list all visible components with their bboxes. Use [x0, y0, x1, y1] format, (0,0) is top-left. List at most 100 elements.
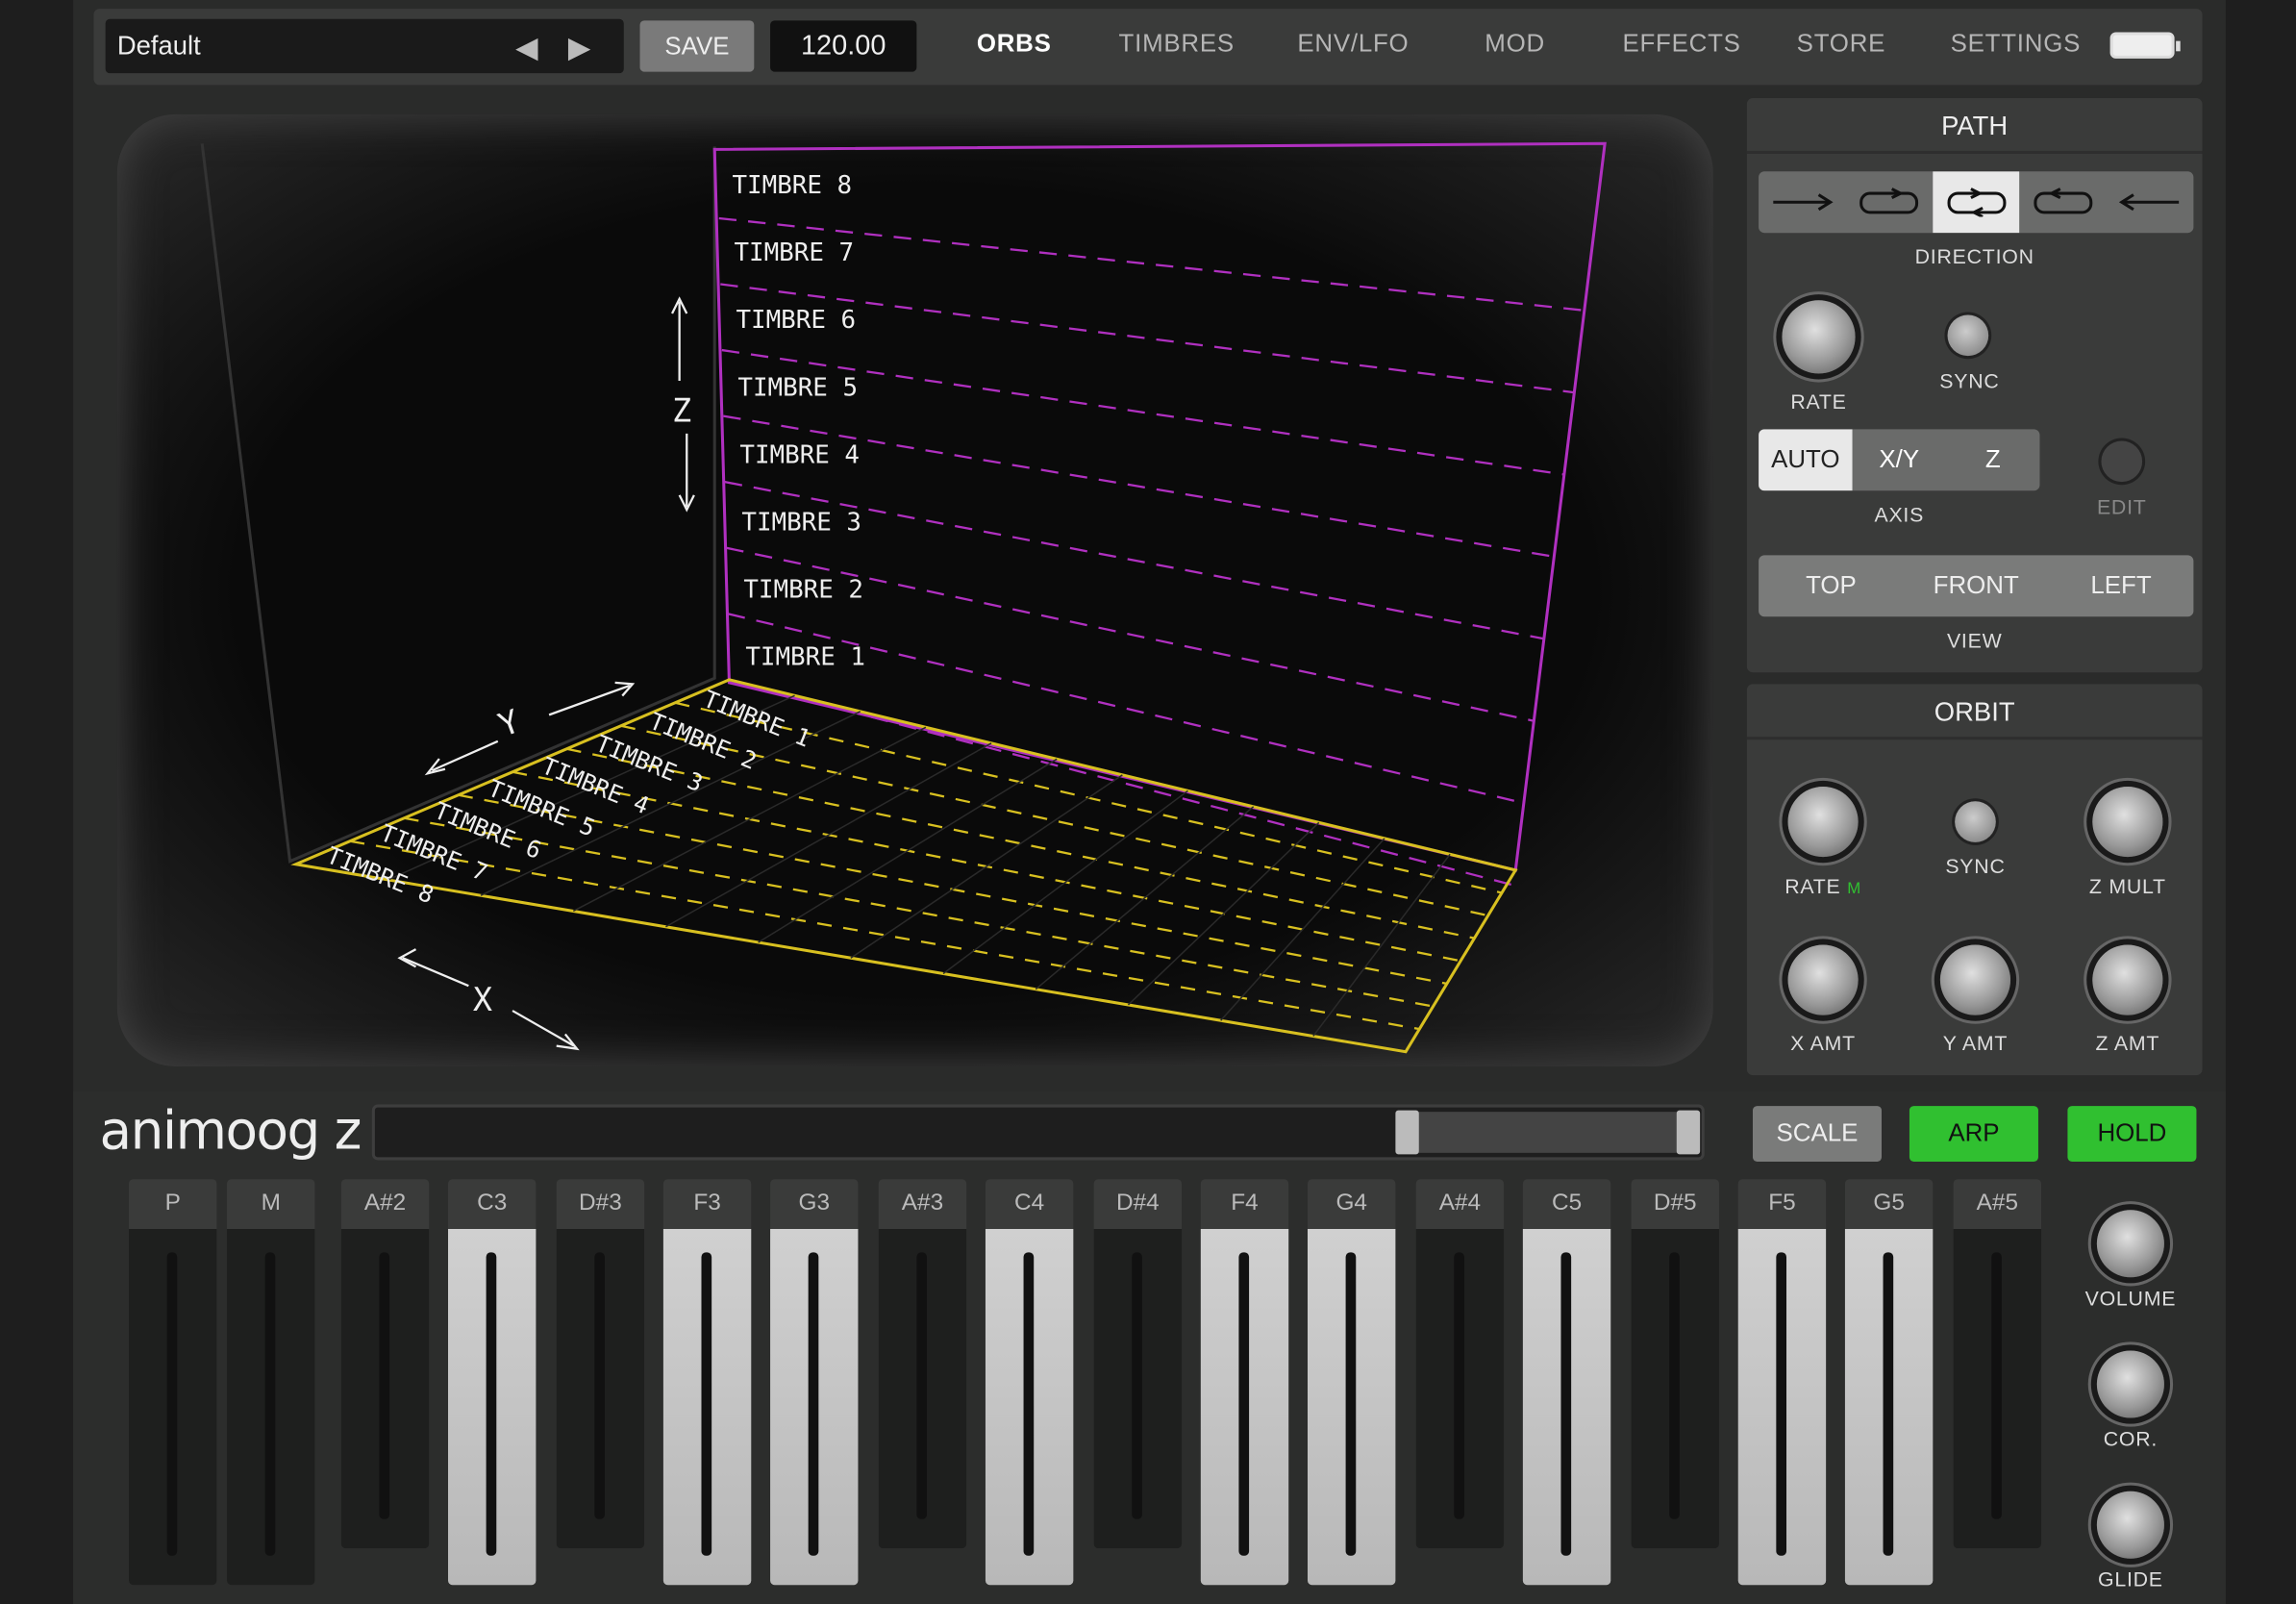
orbit-sync-toggle[interactable] [1955, 801, 1996, 842]
wall-timbre-label: TIMBRE 5 [737, 373, 858, 402]
key-label: A#2 [363, 1190, 407, 1216]
key-slot [166, 1252, 178, 1556]
glide-knob[interactable] [2096, 1491, 2164, 1559]
direction-loop-backward-icon[interactable] [2019, 171, 2106, 233]
hold-button[interactable]: HOLD [2067, 1106, 2197, 1162]
direction-backward-icon[interactable] [2107, 171, 2193, 233]
x-amt-knob[interactable] [1787, 944, 1859, 1015]
tab-settings[interactable]: SETTINGS [1951, 29, 2082, 58]
divider [1746, 737, 2203, 740]
divider [1746, 150, 2203, 154]
view-left-option[interactable]: LEFT [2049, 555, 2194, 616]
tab-orbs[interactable]: ORBS [977, 29, 1052, 58]
key-label: A#3 [901, 1190, 944, 1216]
direction-ping-pong-icon[interactable] [1933, 171, 2020, 234]
axis-auto-option[interactable]: AUTO [1759, 429, 1853, 491]
coarse-knob[interactable] [2096, 1350, 2164, 1418]
floor-depth-line [1220, 838, 1385, 1021]
z-amt-knob[interactable] [2092, 944, 2163, 1015]
key-f5[interactable]: F5 [1737, 1179, 1827, 1586]
key-body [1737, 1229, 1827, 1586]
key-label: G3 [798, 1190, 831, 1216]
orbit-rate-knob[interactable] [1787, 787, 1859, 858]
wall-timbre-label: TIMBRE 4 [739, 440, 860, 469]
key-g5[interactable]: G5 [1844, 1179, 1934, 1586]
pitch-strip[interactable]: P [129, 1179, 217, 1586]
axis-z-option[interactable]: Z [1946, 429, 2039, 490]
scale-button[interactable]: SCALE [1752, 1106, 1883, 1162]
key-c4[interactable]: C4 [985, 1179, 1074, 1586]
key-body [1415, 1229, 1505, 1549]
next-preset-icon[interactable]: ▶ [568, 29, 590, 65]
key-label: G5 [1873, 1190, 1905, 1216]
tab-effects[interactable]: EFFECTS [1622, 29, 1740, 58]
tab-env-lfo[interactable]: ENV/LFO [1297, 29, 1409, 58]
z-mult-knob[interactable] [2092, 787, 2163, 858]
key-slot [1132, 1252, 1142, 1519]
path-sync-toggle[interactable] [1947, 314, 1989, 357]
key-dsharp3[interactable]: D#3 [556, 1179, 645, 1549]
volume-knob[interactable] [2096, 1210, 2164, 1278]
preset-selector[interactable]: Default ◀ ▶ [105, 18, 624, 74]
tab-mod[interactable]: MOD [1485, 29, 1545, 58]
key-body [1308, 1229, 1396, 1586]
orb-display[interactable]: TIMBRE 8 TIMBRE 7 TIMBRE 6 TIMBRE 5 TIMBRE 4… [116, 113, 1713, 1066]
tempo-field[interactable]: 120.00 [770, 20, 917, 72]
wall-timbre-label: TIMBRE 6 [736, 306, 856, 335]
axis-selector[interactable]: AUTO X/Y Z [1759, 429, 2040, 491]
z-mult-label: Z MULT [2088, 874, 2166, 898]
animoog-logo: animoog z [99, 1101, 362, 1162]
key-body [1200, 1229, 1289, 1586]
orbit-sync-label: SYNC [1945, 854, 2006, 878]
floor-depth-line [1035, 806, 1255, 990]
key-dsharp4[interactable]: D#4 [1093, 1179, 1183, 1549]
axis-x-label: X [473, 981, 492, 1018]
battery-icon [2109, 32, 2181, 59]
key-c5[interactable]: C5 [1522, 1179, 1611, 1586]
view-selector[interactable]: TOP FRONT LEFT [1759, 555, 2194, 617]
key-body [770, 1229, 859, 1586]
edit-toggle[interactable] [2101, 440, 2143, 483]
orbit-title: ORBIT [1934, 697, 2015, 727]
range-handle-right[interactable] [1676, 1110, 1701, 1155]
view-top-option[interactable]: TOP [1759, 555, 1904, 616]
key-dsharp5[interactable]: D#5 [1631, 1179, 1719, 1549]
mod-strip[interactable]: M [227, 1179, 315, 1586]
key-c3[interactable]: C3 [448, 1179, 537, 1586]
prev-preset-icon[interactable]: ◀ [515, 29, 537, 65]
floor-depth-line [758, 758, 1058, 943]
key-asharp3[interactable]: A#3 [878, 1179, 967, 1549]
y-amt-label: Y AMT [1942, 1031, 2009, 1055]
key-body [448, 1229, 537, 1586]
key-label: G4 [1335, 1190, 1367, 1216]
key-slot [916, 1252, 928, 1519]
key-f3[interactable]: F3 [662, 1179, 752, 1586]
arp-button[interactable]: ARP [1909, 1106, 2038, 1162]
key-g3[interactable]: G3 [770, 1179, 859, 1586]
direction-loop-forward-icon[interactable] [1846, 171, 1933, 233]
key-body [985, 1229, 1074, 1586]
tab-store[interactable]: STORE [1797, 29, 1886, 58]
direction-forward-icon[interactable] [1759, 171, 1845, 233]
key-label: F3 [693, 1190, 721, 1216]
key-f4[interactable]: F4 [1200, 1179, 1289, 1586]
key-label: C3 [477, 1190, 508, 1216]
view-front-option[interactable]: FRONT [1904, 555, 2049, 616]
tab-timbres[interactable]: TIMBRES [1119, 29, 1235, 58]
axis-xy-option[interactable]: X/Y [1853, 429, 1946, 490]
key-body [1093, 1229, 1183, 1549]
keyboard-range-slider[interactable] [371, 1104, 1705, 1161]
y-amt-knob[interactable] [1939, 944, 2011, 1015]
range-window [1399, 1112, 1696, 1153]
key-asharp2[interactable]: A#2 [340, 1179, 430, 1549]
direction-selector[interactable] [1759, 171, 2194, 234]
save-button[interactable]: SAVE [639, 20, 755, 72]
edit-label: EDIT [2096, 494, 2147, 519]
path-panel: PATH DIRECTION RATE SYNC AUTO X/Y Z AXIS… [1746, 98, 2203, 673]
key-asharp5[interactable]: A#5 [1953, 1179, 2042, 1549]
range-handle-left[interactable] [1395, 1110, 1419, 1155]
key-g4[interactable]: G4 [1308, 1179, 1396, 1586]
path-rate-knob[interactable] [1782, 300, 1856, 374]
key-body [662, 1229, 752, 1586]
key-asharp4[interactable]: A#4 [1415, 1179, 1505, 1549]
